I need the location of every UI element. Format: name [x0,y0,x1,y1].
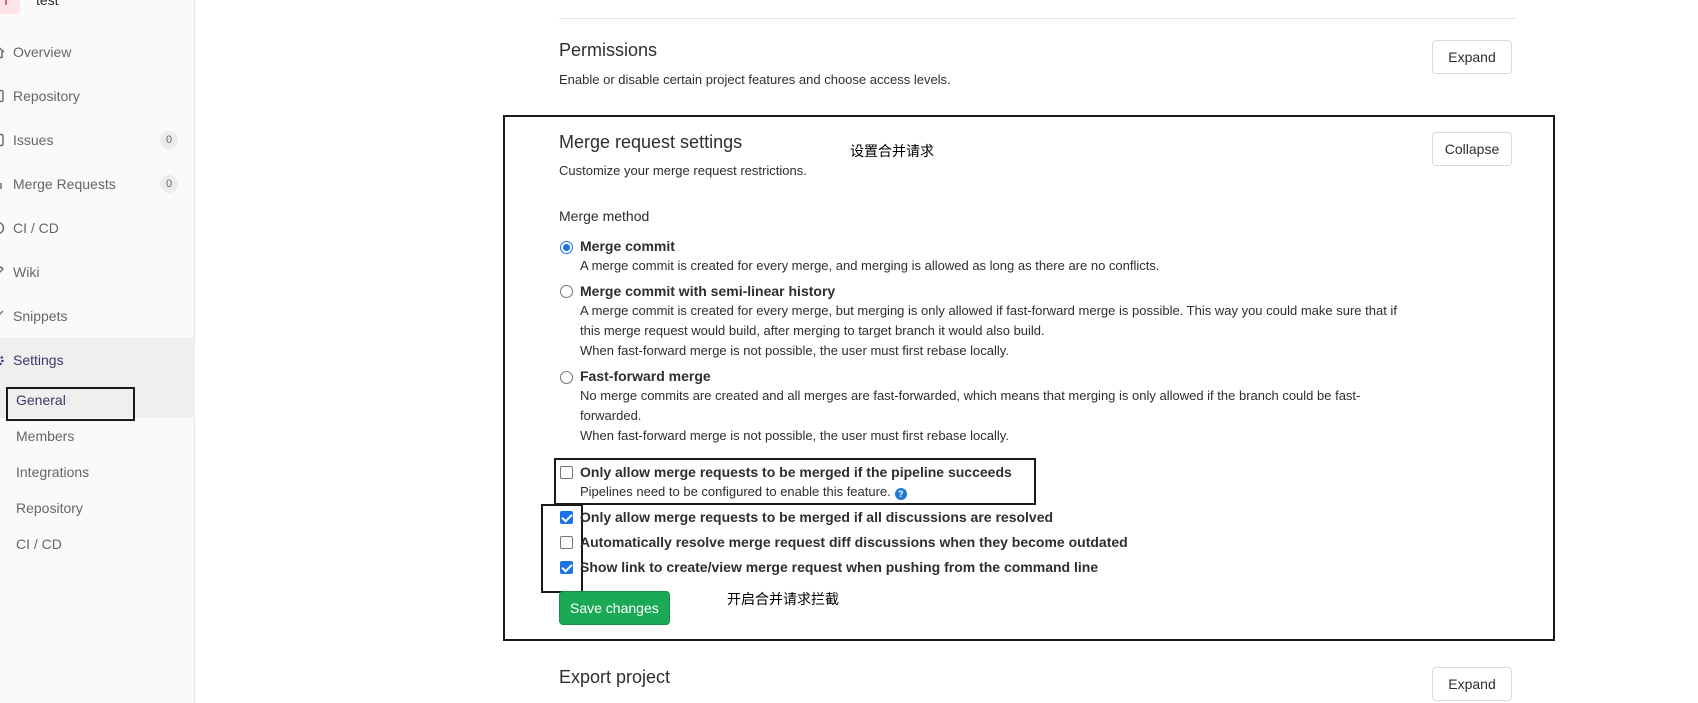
permissions-expand-button[interactable]: Expand [1432,40,1512,74]
save-changes-button[interactable]: Save changes [559,591,670,625]
permissions-description: Enable or disable certain project featur… [559,72,951,87]
sidebar-item-label: Wiki [13,264,40,280]
export-expand-button[interactable]: Expand [1432,667,1512,701]
sidebar-item-snippets[interactable]: Snippets [0,294,195,338]
auto-resolve-checkbox[interactable] [560,536,573,549]
show-link-title[interactable]: Show link to create/view merge request w… [580,559,1098,575]
discussions-resolved-title[interactable]: Only allow merge requests to be merged i… [580,509,1053,525]
sidebar-item-overview[interactable]: Overview [0,30,195,74]
show-link-checkbox[interactable] [560,561,573,574]
semi-linear-help: A merge commit is created for every merg… [580,303,1397,338]
project-avatar: T [0,0,20,14]
merge-settings-collapse-button[interactable]: Collapse [1432,132,1512,166]
pipeline-help-text: Pipelines need to be configured to enabl… [580,484,891,499]
merge-settings-title: Merge request settings [559,132,743,152]
sidebar-item-label: CI / CD [13,220,59,236]
sidebar: T test Overview Repository Issues 0 Merg… [0,0,195,703]
sidebar-item-label: Settings [13,352,64,368]
semi-linear-help-rebase: When fast-forward merge is not possible,… [580,343,1009,358]
sidebar-item-wiki[interactable]: Wiki [0,250,195,294]
merge-request-icon [0,177,7,191]
section-divider [559,18,1516,19]
semi-linear-radio[interactable] [560,285,573,298]
issues-count-badge: 0 [160,131,178,149]
subnav-item-ci-cd[interactable]: CI / CD [0,526,195,562]
sidebar-item-label: Issues [13,132,54,148]
sidebar-item-label: Repository [13,88,80,104]
issues-icon [0,133,7,147]
pipeline-succeeds-checkbox[interactable] [560,466,573,479]
subnav-item-integrations[interactable]: Integrations [0,454,195,490]
sidebar-item-repository[interactable]: Repository [0,74,195,118]
subnav-item-members[interactable]: Members [0,418,195,454]
subnav-item-general[interactable]: General [0,382,195,418]
permissions-title: Permissions [559,40,658,60]
fast-forward-radio[interactable] [560,371,573,384]
fast-forward-title[interactable]: Fast-forward merge [580,368,711,384]
project-header[interactable]: T test [0,0,59,14]
project-name: test [36,0,59,8]
gear-icon [0,353,7,367]
merge-requests-count-badge: 0 [160,175,178,193]
annotation-merge-settings-note: 设置合并请求 [850,143,934,159]
merge-settings-description: Customize your merge request restriction… [559,163,807,178]
sidebar-item-label: Overview [13,44,72,60]
sidebar-item-ci-cd[interactable]: CI / CD [0,206,195,250]
sidebar-item-label: Merge Requests [13,176,116,192]
merge-method-label: Merge method [559,208,650,224]
annotation-enable-block-note: 开启合并请求拦截 [727,591,839,607]
book-icon [0,89,7,103]
merge-commit-title[interactable]: Merge commit [580,238,675,254]
fast-forward-help: No merge commits are created and all mer… [580,388,1361,423]
question-icon[interactable]: ? [894,488,907,500]
home-icon [0,45,7,59]
pipeline-succeeds-title[interactable]: Only allow merge requests to be merged i… [580,464,1012,480]
subnav-item-repository[interactable]: Repository [0,490,195,526]
fast-forward-help-rebase: When fast-forward merge is not possible,… [580,428,1009,443]
sidebar-item-label: Snippets [13,308,68,324]
sidebar-item-issues[interactable]: Issues 0 [0,118,195,162]
merge-commit-help: A merge commit is created for every merg… [580,258,1160,273]
rocket-icon [0,221,7,235]
discussions-resolved-checkbox[interactable] [560,511,573,524]
settings-subnav: General Members Integrations Repository … [0,382,195,562]
export-project-title: Export project [559,667,671,687]
book-icon [0,265,7,279]
auto-resolve-title[interactable]: Automatically resolve merge request diff… [580,534,1128,550]
semi-linear-title[interactable]: Merge commit with semi-linear history [580,283,835,299]
pipeline-help: Pipelines need to be configured to enabl… [580,482,980,502]
sidebar-item-settings[interactable]: Settings [0,338,195,382]
merge-commit-radio[interactable] [560,241,573,254]
sidebar-item-merge-requests[interactable]: Merge Requests 0 [0,162,195,206]
scissors-icon [0,309,7,323]
